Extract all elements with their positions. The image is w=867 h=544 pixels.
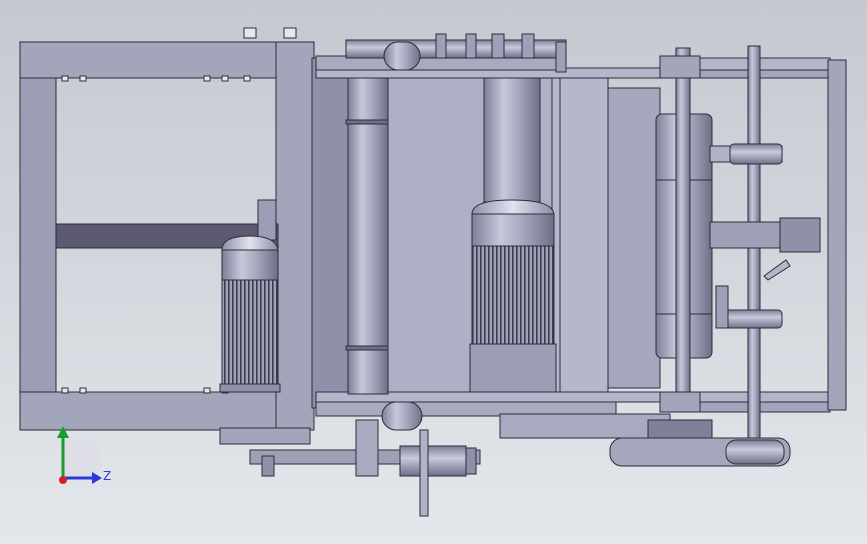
assembly-model[interactable]: Y Z [0,0,867,544]
lower-belts[interactable] [499,413,791,467]
left-frame[interactable] [19,27,349,441]
triad-plane [63,437,103,476]
z-axis-label: Z [103,469,111,483]
y-axis-label: Y [58,427,67,441]
cad-viewport[interactable]: Y Z [0,0,867,544]
right-drum[interactable] [655,47,713,413]
x-axis-origin [59,476,67,484]
coordinate-triad: Y Z [57,426,111,484]
left-roller[interactable] [345,77,391,395]
right-mechanism[interactable] [709,45,847,447]
